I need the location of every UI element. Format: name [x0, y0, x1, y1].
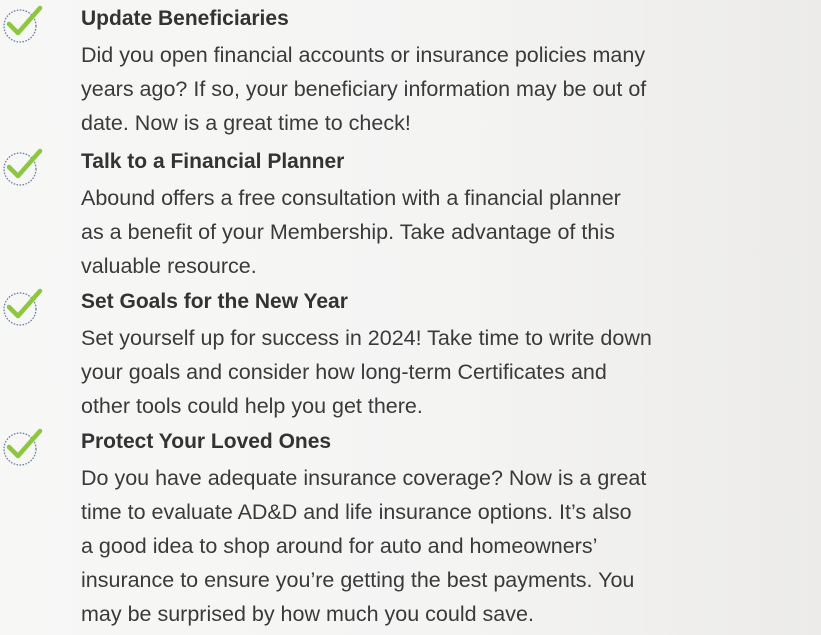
description-line: your goals and consider how long-term Ce… — [81, 360, 607, 384]
item-description: Did you open financial accounts or insur… — [81, 38, 821, 140]
description-line: valuable resource. — [81, 254, 257, 278]
description-line: Set yourself up for success in 2024! Tak… — [81, 326, 652, 350]
description-line: insurance to ensure you’re getting the b… — [81, 568, 635, 592]
item-description: Set yourself up for success in 2024! Tak… — [81, 321, 821, 423]
item-title: Talk to a Financial Planner — [81, 150, 345, 173]
checklist: Update Beneficiaries Did you open financ… — [0, 0, 821, 635]
item-title: Set Goals for the New Year — [81, 290, 348, 313]
description-line: Did you open financial accounts or insur… — [81, 43, 646, 67]
check-circle-icon — [3, 148, 43, 186]
description-line: a good idea to shop around for auto and … — [81, 534, 598, 558]
description-line: Do you have adequate insurance coverage?… — [81, 466, 647, 490]
check-circle-icon — [3, 288, 43, 326]
item-title: Update Beneficiaries — [81, 7, 289, 30]
description-line: years ago? If so, your beneficiary infor… — [81, 77, 647, 101]
description-line: other tools could help you get there. — [81, 394, 423, 418]
item-description: Do you have adequate insurance coverage?… — [81, 461, 821, 631]
description-line: as a benefit of your Membership. Take ad… — [81, 220, 615, 244]
description-line: time to evaluate AD&D and life insurance… — [81, 500, 632, 524]
item-title: Protect Your Loved Ones — [81, 430, 332, 453]
check-circle-icon — [3, 5, 43, 43]
check-circle-icon — [3, 428, 43, 466]
description-line: Abound offers a free consultation with a… — [81, 186, 621, 210]
description-line: date. Now is a great time to check! — [81, 111, 411, 135]
item-description: Abound offers a free consultation with a… — [81, 181, 821, 283]
description-line: may be surprised by how much you could s… — [81, 602, 534, 626]
